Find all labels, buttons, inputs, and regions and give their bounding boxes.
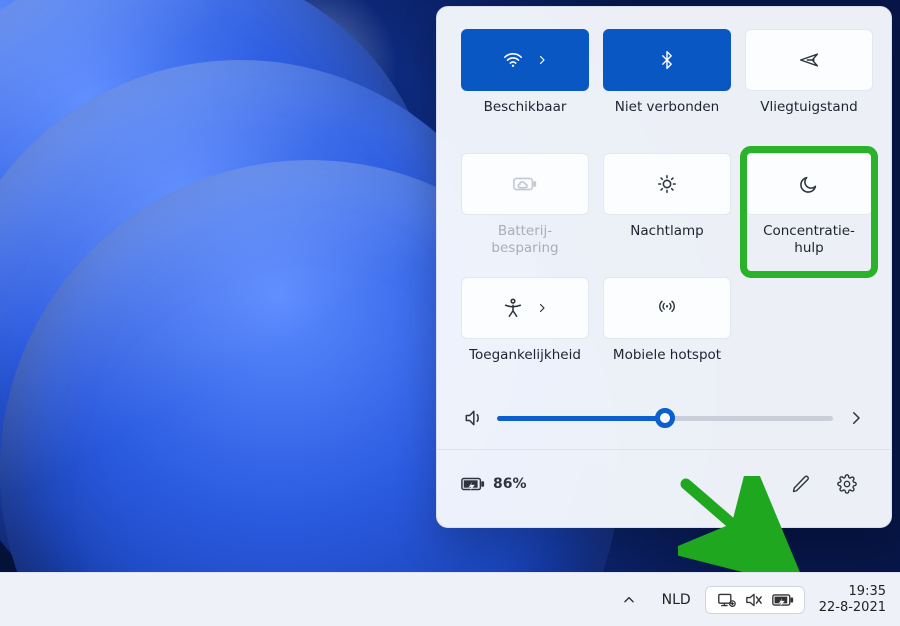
volume-row (461, 401, 867, 447)
hotspot-icon (655, 298, 679, 318)
tile-battery-saver: Batterij- besparing (461, 153, 589, 271)
bluetooth-icon (657, 49, 677, 71)
night-light-icon (656, 173, 678, 195)
quick-settings-grid: Beschikbaar Niet verbonden Vliegtuigstand B… (461, 29, 867, 395)
tile-wifi: Beschikbaar (461, 29, 589, 147)
system-tray[interactable] (705, 586, 805, 614)
battery-saver-icon (512, 175, 538, 193)
quick-settings-footer: 86% (461, 450, 867, 504)
accessibility-label: Toegankelijkheid (469, 347, 581, 381)
volume-more-chevron-icon[interactable] (847, 409, 865, 427)
battery-saver-toggle (461, 153, 589, 215)
accessibility-icon (502, 297, 524, 319)
edit-quick-settings-button[interactable] (781, 464, 821, 504)
hotspot-toggle[interactable] (603, 277, 731, 339)
tile-bluetooth: Niet verbonden (603, 29, 731, 147)
tile-hotspot: Mobiele hotspot (603, 277, 731, 395)
speaker-icon (463, 408, 483, 428)
tile-night-light: Nachtlamp (603, 153, 731, 271)
tile-airplane: Vliegtuigstand (745, 29, 873, 147)
bluetooth-toggle[interactable] (603, 29, 731, 91)
battery-status[interactable]: 86% (461, 476, 527, 492)
accessibility-toggle[interactable] (461, 277, 589, 339)
tile-accessibility: Toegankelijkheid (461, 277, 589, 395)
power-battery-icon (772, 593, 794, 607)
battery-percent: 86% (493, 476, 527, 492)
focus-assist-icon (798, 173, 820, 195)
battery-charging-icon (461, 476, 485, 492)
focus-assist-label: Concentratie- hulp (763, 223, 855, 257)
tray-overflow-chevron-icon[interactable] (622, 593, 648, 607)
clock-date: 22-8-2021 (819, 600, 886, 616)
taskbar-clock[interactable]: 19:35 22-8-2021 (813, 584, 886, 615)
quick-settings-flyout: Beschikbaar Niet verbonden Vliegtuigstand B… (436, 6, 892, 528)
airplane-icon (797, 50, 821, 70)
taskbar: NLD 19:35 22-8-2021 (0, 572, 900, 626)
tile-focus-assist: Concentratie- hulp (745, 151, 873, 273)
battery-saver-label: Batterij- besparing (491, 223, 558, 257)
wifi-icon (502, 49, 524, 71)
wifi-toggle[interactable] (461, 29, 589, 91)
night-light-toggle[interactable] (603, 153, 731, 215)
volume-slider[interactable] (497, 407, 833, 429)
wifi-label: Beschikbaar (484, 99, 567, 133)
bluetooth-label: Niet verbonden (615, 99, 719, 133)
input-language-indicator[interactable]: NLD (656, 592, 697, 608)
airplane-label: Vliegtuigstand (760, 99, 858, 133)
focus-assist-toggle[interactable] (745, 153, 873, 215)
chevron-right-icon (536, 54, 548, 66)
clock-time: 19:35 (819, 584, 886, 600)
chevron-right-icon (536, 302, 548, 314)
night-light-label: Nachtlamp (630, 223, 703, 257)
network-icon (716, 592, 736, 608)
open-settings-button[interactable] (827, 464, 867, 504)
volume-muted-icon (744, 592, 764, 608)
airplane-toggle[interactable] (745, 29, 873, 91)
hotspot-label: Mobiele hotspot (613, 347, 721, 381)
